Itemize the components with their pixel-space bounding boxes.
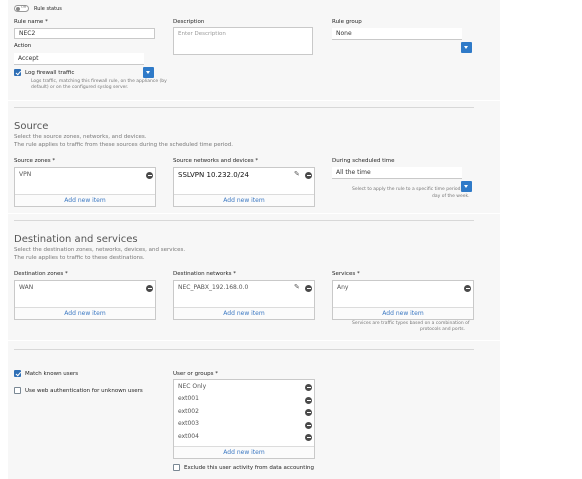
schedule-select[interactable]: All the time	[332, 167, 462, 179]
services-label: Services *	[332, 271, 360, 277]
remove-icon[interactable]	[305, 172, 312, 179]
services-help-2: protocols and ports.	[420, 327, 466, 332]
remove-icon[interactable]	[305, 285, 312, 292]
destination-networks-label-text: Destination networks	[173, 271, 232, 277]
remove-icon[interactable]	[305, 384, 312, 391]
source-panel: Source Select the source zones, networks…	[8, 101, 500, 213]
list-item: NEC_PABX_192.168.0.0	[178, 284, 249, 291]
destination-desc-1: Select the destination zones, networks, …	[14, 247, 186, 253]
schedule-label: During scheduled time	[332, 158, 395, 164]
list-item: NEC Only	[178, 383, 207, 390]
exclude-accounting-checkbox[interactable]	[173, 464, 180, 471]
source-desc-1: Select the source zones, networks, and d…	[14, 134, 147, 140]
list-item: ext001	[178, 395, 199, 402]
users-list: NEC Only ext001 ext002 ext003 ext004 Add…	[173, 379, 315, 459]
source-zones-label: Source zones *	[14, 158, 55, 164]
source-zones-add-button[interactable]: Add new item	[15, 194, 155, 206]
list-item: VPN	[19, 171, 32, 178]
required-mark: *	[65, 271, 68, 277]
remove-icon[interactable]	[146, 172, 153, 179]
users-add-button[interactable]: Add new item	[174, 446, 314, 458]
source-title: Source	[14, 121, 49, 132]
log-traffic-label: Log firewall traffic	[25, 70, 75, 76]
remove-icon[interactable]	[305, 422, 312, 429]
required-mark: *	[45, 19, 48, 25]
destination-title: Destination and services	[14, 234, 138, 245]
services-label-text: Services	[332, 271, 356, 277]
source-networks-add-button[interactable]: Add new item	[174, 194, 314, 206]
rule-group-select[interactable]: None	[332, 28, 462, 40]
source-zones-list: VPN Add new item	[14, 167, 156, 207]
web-auth-checkbox[interactable]	[14, 387, 21, 394]
web-auth-label: Use web authentication for unknown users	[25, 388, 143, 394]
destination-desc-2: The rule applies to traffic to these des…	[14, 255, 145, 261]
rule-group-dropdown-button[interactable]	[461, 42, 472, 53]
action-dropdown-button[interactable]	[143, 67, 154, 78]
exclude-accounting-label: Exclude this user activity from data acc…	[184, 465, 314, 471]
destination-networks-list: NEC_PABX_192.168.0.0 ✎ Add new item	[173, 280, 315, 320]
list-item: WAN	[19, 284, 34, 291]
remove-icon[interactable]	[305, 409, 312, 416]
list-item: Any	[337, 284, 349, 291]
action-label: Action	[14, 43, 32, 49]
source-networks-label-text: Source networks and devices	[173, 158, 254, 164]
list-item: SSLVPN 10.232.0/24	[178, 171, 249, 179]
match-known-users-label: Match known users	[25, 371, 79, 377]
edit-icon[interactable]: ✎	[294, 171, 300, 178]
source-divider	[14, 107, 474, 108]
required-mark: *	[356, 271, 360, 277]
rule-group-label: Rule group	[332, 19, 362, 25]
edit-icon[interactable]: ✎	[294, 284, 300, 291]
log-traffic-checkbox[interactable]	[14, 69, 21, 76]
rule-name-label-text: Rule name	[14, 19, 44, 25]
remove-icon[interactable]	[464, 285, 471, 292]
schedule-help-2: day of the week.	[432, 194, 470, 199]
users-label-text: User or groups	[173, 371, 214, 377]
identity-panel: Match known users Use web authentication…	[8, 341, 500, 479]
remove-icon[interactable]	[305, 434, 312, 441]
required-mark: *	[215, 371, 218, 377]
destination-zones-add-button[interactable]: Add new item	[15, 307, 155, 319]
rule-status-label: Rule status	[34, 6, 62, 12]
rule-status-toggle-text: Off	[21, 5, 27, 9]
required-mark: *	[255, 158, 259, 164]
services-add-button[interactable]: Add new item	[333, 307, 473, 319]
source-desc-2: The rule applies to traffic from these s…	[14, 142, 233, 148]
destination-zones-label: Destination zones *	[14, 271, 68, 277]
destination-zones-label-text: Destination zones	[14, 271, 64, 277]
rule-name-input[interactable]: NEC2	[14, 28, 155, 39]
destination-divider	[14, 220, 474, 221]
list-item: ext002	[178, 408, 199, 415]
rule-status-toggle[interactable]: Off	[14, 5, 29, 12]
identity-divider	[14, 349, 474, 350]
services-list: Any Add new item	[332, 280, 474, 320]
remove-icon[interactable]	[146, 285, 153, 292]
schedule-help-1: Select to apply the rule to a specific t…	[352, 187, 462, 192]
action-select[interactable]: Accept	[14, 53, 144, 65]
log-traffic-help-2: default) or on the configured syslog ser…	[31, 85, 129, 90]
remove-icon[interactable]	[305, 397, 312, 404]
list-item: ext003	[178, 420, 199, 427]
description-textarea[interactable]	[173, 27, 313, 55]
source-zones-label-text: Source zones	[14, 158, 51, 164]
schedule-dropdown-button[interactable]	[461, 181, 472, 192]
destination-networks-label: Destination networks *	[173, 271, 236, 277]
destination-zones-list: WAN Add new item	[14, 280, 156, 320]
destination-panel: Destination and services Select the dest…	[8, 214, 500, 340]
source-networks-list: SSLVPN 10.232.0/24 ✎ Add new item	[173, 167, 315, 207]
destination-networks-add-button[interactable]: Add new item	[174, 307, 314, 319]
source-networks-label: Source networks and devices *	[173, 158, 258, 164]
rule-settings-panel: Off Rule status Rule name * NEC2 Descrip…	[8, 0, 500, 100]
list-item: ext004	[178, 433, 199, 440]
match-known-users-checkbox[interactable]	[14, 370, 21, 377]
required-mark: *	[233, 271, 237, 277]
rule-name-label: Rule name *	[14, 19, 48, 25]
description-label: Description	[173, 19, 205, 25]
users-label: User or groups *	[173, 371, 218, 377]
required-mark: *	[52, 158, 56, 164]
